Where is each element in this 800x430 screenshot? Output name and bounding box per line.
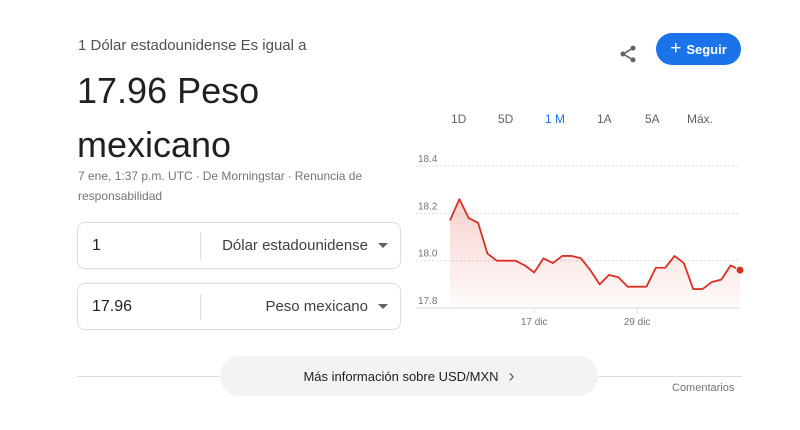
quote-timestamp: 7 ene, 1:37 p.m. UTC [78, 169, 193, 183]
quote-meta: 7 ene, 1:37 p.m. UTC · De Morningstar · Renu… [78, 166, 378, 206]
chevron-down-icon [378, 304, 388, 309]
from-amount-input[interactable]: 1 [78, 237, 200, 255]
exchange-rate-chart[interactable]: 18.4 18.2 18.0 17.8 17 dic 29 dic [410, 150, 746, 340]
converted-value-line2: mexicano [77, 124, 232, 165]
plus-icon: + [670, 37, 682, 59]
share-icon [620, 45, 636, 63]
area-fill [450, 199, 740, 308]
converted-value: 17.96 Peso mexicano [77, 64, 397, 172]
range-tab-5a[interactable]: 5A [645, 112, 660, 126]
meta-separator: · [195, 169, 200, 183]
converted-value-line1: 17.96 Peso [77, 70, 260, 111]
to-currency-row: 17.96 Peso mexicano [77, 283, 401, 330]
x-tick-label: 17 dic [521, 317, 548, 328]
to-currency-label: Peso mexicano [265, 298, 368, 315]
range-tab-5d[interactable]: 5D [498, 112, 513, 126]
y-tick-label: 18.4 [418, 154, 438, 165]
y-tick-label: 18.0 [418, 249, 438, 260]
follow-button[interactable]: + Seguir [656, 33, 741, 65]
more-info-label: Más información sobre USD/MXN [303, 368, 499, 384]
range-tab-max[interactable]: Máx. [687, 112, 713, 126]
range-tab-1m[interactable]: 1 M [545, 112, 565, 126]
y-tick-label: 17.8 [418, 296, 438, 307]
x-tick-label: 29 dic [624, 317, 651, 328]
share-button[interactable] [614, 40, 642, 68]
range-tab-1d[interactable]: 1D [451, 112, 466, 126]
to-currency-select[interactable]: Peso mexicano [201, 298, 400, 315]
time-range-tabs: 1D 5D 1 M 1A 5A Máx. [438, 112, 738, 130]
source-link[interactable]: De Morningstar [203, 169, 285, 183]
divider-left [77, 376, 222, 377]
conversion-subtitle: 1 Dólar estadounidense Es igual a [78, 37, 307, 54]
y-tick-label: 18.2 [418, 201, 438, 212]
from-currency-select[interactable]: Dólar estadounidense [201, 237, 400, 254]
follow-label: Seguir [686, 41, 727, 57]
chevron-right-icon: › [508, 365, 515, 386]
from-currency-label: Dólar estadounidense [222, 237, 368, 254]
more-info-button[interactable]: Más información sobre USD/MXN › [220, 356, 598, 396]
current-point-marker [735, 265, 745, 275]
chevron-down-icon [378, 243, 388, 248]
from-currency-row: 1 Dólar estadounidense [77, 222, 401, 269]
feedback-link[interactable]: Comentarios [672, 382, 734, 394]
to-amount-input[interactable]: 17.96 [78, 298, 200, 316]
divider-right [596, 376, 742, 377]
range-tab-1a[interactable]: 1A [597, 112, 612, 126]
meta-separator: · [287, 169, 292, 183]
